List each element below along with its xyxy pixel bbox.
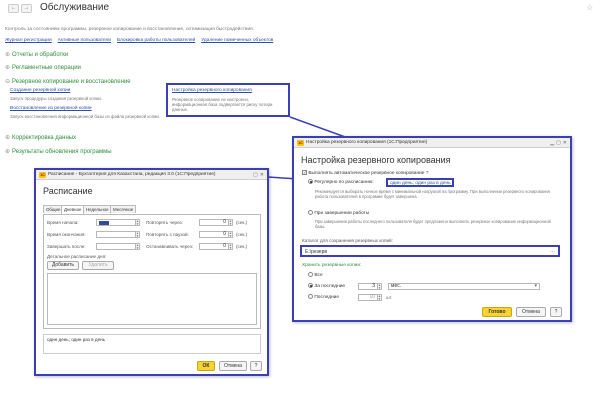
stop-after-label: Останавливать через: (146, 244, 194, 249)
help-button[interactable]: ? (250, 361, 262, 371)
keep-last-radio[interactable] (308, 283, 313, 288)
chevron-down-icon: ▾ (534, 283, 537, 289)
last-period-stepper[interactable]: ▲ ▼ (378, 283, 382, 290)
cancel-button[interactable]: Отмена (516, 307, 546, 317)
on-exit-row[interactable]: При завершении работы (308, 210, 369, 216)
count-unit: шт. (386, 295, 393, 300)
dir-label: Каталог для сохранения резервных копий: (302, 238, 393, 243)
repeat-pause-label: Повторять с паузой: (146, 232, 189, 237)
auto-backup-checkbox[interactable]: ✓ (302, 170, 307, 175)
repeat-every-stepper[interactable]: ▲ ▼ (229, 219, 233, 226)
start-time-label: Время начала: (47, 220, 79, 225)
backup-settings-window: 1C Настройка резервного копирования (1С:… (292, 136, 572, 322)
start-time-stepper[interactable]: ▲ ▼ (136, 219, 140, 226)
window-controls: ▁ ▢ ✕ (550, 140, 567, 146)
repeat-every-input[interactable]: 0 (199, 219, 229, 226)
regular-radio[interactable] (308, 179, 313, 184)
schedule-link-box: один день; один раз в день (386, 178, 454, 187)
on-exit-desc: При завершении работы последнего пользов… (315, 219, 551, 229)
keep-count-radio[interactable] (308, 294, 313, 299)
window-heading: Расписание (43, 186, 93, 196)
period-unit-select[interactable]: мес. ▾ (388, 283, 540, 290)
keep-all-row[interactable]: Все (308, 272, 323, 278)
auto-backup-row[interactable]: ✓ Выполнять автоматическое резервное коп… (302, 170, 428, 176)
on-exit-radio[interactable] (308, 210, 313, 215)
regular-label: Регулярно по расписанию: (314, 179, 374, 185)
schedule-summary: один день; один раз в день (43, 334, 261, 354)
dir-input[interactable]: E:\резерв … (300, 245, 560, 257)
tab-weekly[interactable]: Недельное (83, 205, 112, 213)
keep-last-label: За последние (314, 283, 346, 289)
app-logo-icon: 1C (39, 171, 46, 178)
count-stepper[interactable]: ▲ ▼ (378, 294, 382, 301)
regular-desc: Рекомендуется выбирать ночное время с ми… (315, 189, 550, 199)
window-heading: Настройка резервного копирования (301, 155, 451, 165)
keep-last-row[interactable]: За последние (308, 283, 345, 289)
end-time-stepper[interactable]: ▲ ▼ (136, 231, 140, 238)
ready-button[interactable]: Готово (482, 307, 512, 317)
period-unit-value: мес. (391, 283, 402, 289)
start-time-selection (99, 221, 109, 225)
keep-all-radio[interactable] (308, 272, 313, 277)
stop-after-stepper[interactable]: ▲ ▼ (229, 243, 233, 250)
end-time-input[interactable] (96, 231, 136, 238)
repeat-every-label: Повторять через: (146, 220, 183, 225)
regular-row[interactable]: Регулярно по расписанию: (308, 179, 374, 185)
close-icon[interactable]: ✕ (563, 140, 567, 146)
auto-backup-label: Выполнять автоматическое резервное копир… (308, 170, 425, 176)
stop-after-unit: (сек.) (236, 244, 248, 249)
maximize-icon[interactable]: ▢ (253, 172, 258, 178)
count-input[interactable]: 10 (358, 294, 378, 301)
callout-connector-line (289, 116, 349, 139)
delete-button[interactable]: Удалить (82, 261, 114, 270)
stop-after-input[interactable]: 0 (199, 243, 229, 250)
repeat-every-unit: (сек.) (236, 220, 248, 225)
window-title: Настройка резервного копирования (1С:Пре… (306, 140, 428, 145)
start-time-input[interactable] (96, 219, 136, 226)
repeat-pause-stepper[interactable]: ▲ ▼ (229, 231, 233, 238)
add-button[interactable]: Добавить (47, 261, 79, 270)
window-titlebar: 1C Расписание - Бухгалтерия для Казахста… (36, 170, 267, 180)
finish-after-label: Завершать после: (47, 244, 86, 249)
dir-value: E:\резерв (305, 249, 328, 255)
repeat-pause-unit: (сек.) (236, 232, 248, 237)
schedule-window: 1C Расписание - Бухгалтерия для Казахста… (34, 168, 269, 376)
schedule-link[interactable]: один день; один раз в день (390, 181, 451, 186)
detail-schedule-list[interactable] (47, 273, 257, 325)
finish-after-stepper[interactable]: ▲ ▼ (136, 243, 140, 250)
tab-daily[interactable]: Дневное (61, 205, 85, 214)
close-icon[interactable]: ✕ (260, 172, 264, 178)
ok-button[interactable]: ОК (197, 361, 215, 371)
keep-all-label: Все (314, 272, 323, 278)
on-exit-label: При завершении работы (314, 210, 370, 216)
window-title: Расписание - Бухгалтерия для Казахстана,… (48, 172, 216, 177)
cancel-button[interactable]: Отмена (219, 361, 247, 371)
repeat-pause-input[interactable]: 0 (199, 231, 229, 238)
minimize-icon[interactable]: ▁ (550, 140, 554, 146)
keep-count-row[interactable]: Последние (308, 294, 339, 300)
keep-label: Хранить резервные копии: (302, 263, 362, 268)
browse-icon[interactable]: … (550, 248, 555, 254)
window-titlebar: 1C Настройка резервного копирования (1С:… (294, 138, 570, 148)
window-controls: ▢ ✕ (253, 172, 264, 178)
keep-count-label: Последние (314, 294, 340, 300)
detail-schedule-label: Детальное расписание дня: (47, 254, 107, 259)
finish-after-input[interactable] (96, 243, 136, 250)
tab-monthly[interactable]: Месячное (110, 205, 137, 213)
last-period-input[interactable]: 3 (358, 283, 378, 290)
maximize-icon[interactable]: ▢ (556, 140, 561, 146)
help-icon[interactable]: ? (426, 171, 429, 176)
app-logo-icon: 1C (297, 139, 304, 146)
end-time-label: Время окончания: (47, 232, 86, 237)
help-button[interactable]: ? (550, 307, 562, 317)
